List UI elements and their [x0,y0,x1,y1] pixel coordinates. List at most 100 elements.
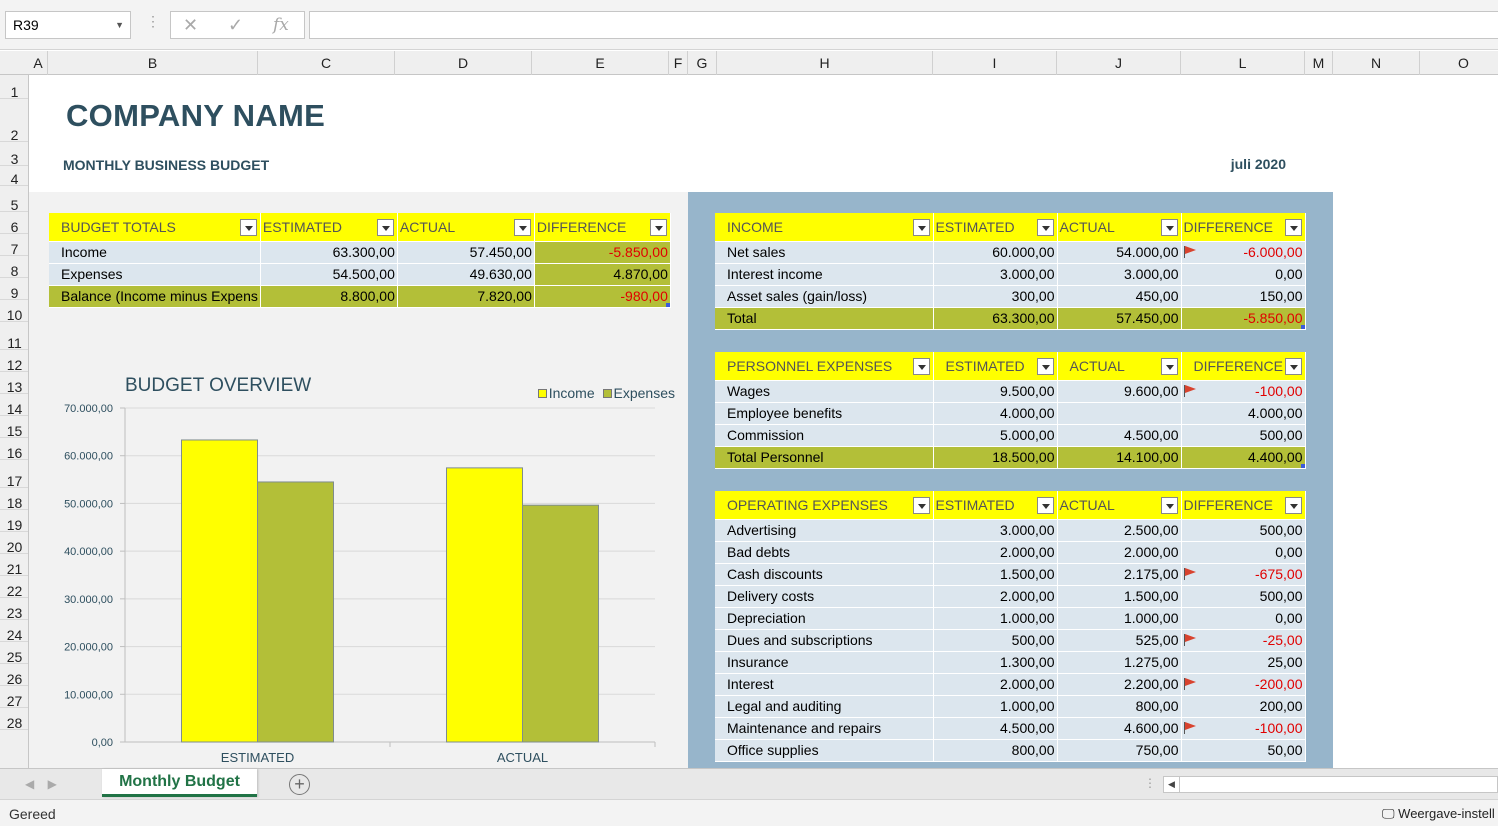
cell-difference[interactable]: 50,00 [1181,739,1306,762]
cell-difference[interactable]: 4.400,00 [1181,446,1306,469]
cell-difference[interactable]: -675,00 [1181,563,1306,586]
tab-right-icon[interactable]: ▶ [48,777,57,791]
table-total-row[interactable]: Balance (Income minus Expens 8.800,00 7.82… [49,285,671,308]
row-header[interactable]: 9 [0,278,28,301]
cell-estimated[interactable]: 8.800,00 [260,285,398,308]
filter-dropdown-icon[interactable] [912,497,930,514]
table-row[interactable]: Asset sales (gain/loss) 300,00 450,00 150,0… [715,285,1306,308]
column-header[interactable]: F [669,51,688,75]
cell-difference[interactable]: 25,00 [1181,651,1306,674]
table-total-row[interactable]: Total Personnel 18.500,00 14.100,00 4.400,0… [715,446,1306,469]
row-label[interactable]: Legal and auditing [715,695,934,718]
personnel-expenses-table[interactable]: PERSONNEL EXPENSES ESTIMATED ACTUAL DIFFERE… [715,352,1306,469]
row-label[interactable]: Net sales [715,241,934,264]
income-table[interactable]: INCOME ESTIMATED ACTUAL DIFFERENCE Net sales… [715,213,1306,330]
column-header[interactable]: A [29,51,48,75]
row-header[interactable]: 16 [0,438,28,461]
cell-actual[interactable]: 9.600,00 [1057,380,1182,403]
cell-estimated[interactable]: 3.000,00 [933,519,1058,542]
column-header[interactable]: E [532,51,669,75]
cell-estimated[interactable]: 2.000,00 [933,585,1058,608]
horizontal-scrollbar[interactable]: ◀ [1163,776,1498,793]
column-header[interactable]: O [1420,51,1498,75]
row-header[interactable]: 12 [0,350,28,373]
row-header[interactable]: 2 [0,99,28,143]
row-label[interactable]: Balance (Income minus Expens [49,285,261,308]
cell-actual[interactable]: 4.600,00 [1057,717,1182,740]
filter-dropdown-icon[interactable] [1160,497,1178,514]
column-heading[interactable]: ACTUAL [1057,491,1182,520]
tab-scroll-arrows[interactable]: ◀ ▶ [25,777,57,791]
cell-actual[interactable]: 800,00 [1057,695,1182,718]
row-header[interactable]: 8 [0,256,28,279]
cell-estimated[interactable]: 1.000,00 [933,695,1058,718]
table-row[interactable]: Maintenance and repairs 4.500,00 4.600,00 -… [715,717,1306,740]
column-header[interactable]: B [48,51,258,75]
cell-actual[interactable]: 2.000,00 [1057,541,1182,564]
row-label[interactable]: Total [715,307,934,330]
worksheet[interactable]: COMPANY NAME MONTHLY BUSINESS BUDGET jul… [29,75,1498,768]
column-heading[interactable]: ESTIMATED [933,352,1058,381]
row-label[interactable]: Interest [715,673,934,696]
cell-actual[interactable]: 54.000,00 [1057,241,1182,264]
filter-dropdown-icon[interactable] [912,219,930,236]
column-header[interactable]: H [717,51,933,75]
operating-expenses-table[interactable]: OPERATING EXPENSES ESTIMATED ACTUAL DIFFERE… [715,491,1306,762]
row-label[interactable]: Wages [715,380,934,403]
cell-estimated[interactable]: 9.500,00 [933,380,1058,403]
cell-estimated[interactable]: 1.500,00 [933,563,1058,586]
add-sheet-icon[interactable]: + [289,774,310,795]
cell-difference[interactable]: -100,00 [1181,717,1306,740]
row-header[interactable]: 10 [0,300,28,323]
row-header[interactable]: 7 [0,234,28,257]
filter-dropdown-icon[interactable] [1160,219,1178,236]
column-header[interactable]: M [1305,51,1333,75]
cell-difference[interactable]: 0,00 [1181,541,1306,564]
column-heading[interactable]: DIFFERENCE [1181,213,1306,242]
column-header[interactable]: C [258,51,395,75]
row-header[interactable]: 27 [0,686,28,709]
cell-estimated[interactable]: 63.300,00 [933,307,1058,330]
row-header[interactable]: 22 [0,576,28,599]
row-label[interactable]: Advertising [715,519,934,542]
filter-dropdown-icon[interactable] [239,219,257,236]
cell-actual[interactable]: 2.200,00 [1057,673,1182,696]
cell-actual[interactable]: 3.000,00 [1057,263,1182,286]
table-row[interactable]: Wages 9.500,00 9.600,00 -100,00 [715,380,1306,403]
column-heading[interactable]: DIFFERENCE [1181,352,1306,381]
cell-difference[interactable]: -5.850,00 [534,241,671,264]
row-header[interactable]: 3 [0,142,28,167]
cell-difference[interactable]: 500,00 [1181,585,1306,608]
cell-estimated[interactable]: 800,00 [933,739,1058,762]
name-box[interactable]: R39 ▼ [5,11,131,39]
column-heading[interactable]: INCOME [715,213,934,242]
row-label[interactable]: Employee benefits [715,402,934,425]
filter-dropdown-icon[interactable] [513,219,531,236]
scroll-left-icon[interactable]: ◀ [1164,777,1180,792]
filter-dropdown-icon[interactable] [1284,497,1302,514]
cell-difference[interactable]: 4.000,00 [1181,402,1306,425]
cell-estimated[interactable]: 1.300,00 [933,651,1058,674]
cell-estimated[interactable]: 54.500,00 [260,263,398,286]
filter-dropdown-icon[interactable] [1284,358,1302,375]
column-heading[interactable]: ACTUAL [1057,213,1182,242]
row-header[interactable]: 15 [0,416,28,439]
row-header[interactable]: 1 [0,75,28,100]
row-label[interactable]: Income [49,241,261,264]
row-label[interactable]: Total Personnel [715,446,934,469]
cell-estimated[interactable]: 3.000,00 [933,263,1058,286]
table-row[interactable]: Commission 5.000,00 4.500,00 500,00 [715,424,1306,447]
row-header[interactable]: 28 [0,708,28,731]
row-header[interactable]: 21 [0,554,28,577]
cell-actual[interactable]: 7.820,00 [397,285,535,308]
column-heading[interactable]: ACTUAL [1057,352,1182,381]
row-header[interactable]: 4 [0,166,28,187]
row-label[interactable]: Asset sales (gain/loss) [715,285,934,308]
column-heading[interactable]: ESTIMATED [260,213,398,242]
budget-subtitle[interactable]: MONTHLY BUSINESS BUDGET [63,157,269,173]
cell-difference[interactable]: 500,00 [1181,424,1306,447]
column-heading[interactable]: PERSONNEL EXPENSES [715,352,934,381]
insert-function-icon[interactable]: fx [273,15,289,35]
filter-dropdown-icon[interactable] [1284,219,1302,236]
table-row[interactable]: Cash discounts 1.500,00 2.175,00 -675,00 [715,563,1306,586]
